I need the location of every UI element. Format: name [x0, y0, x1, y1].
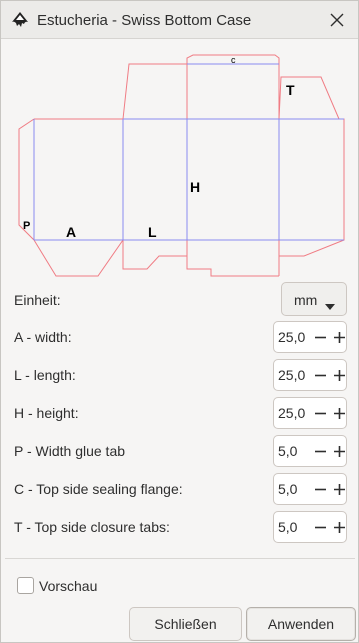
label-h: H	[190, 179, 200, 195]
field-row-a-width: A - width: 25,0	[1, 321, 358, 353]
p-glue-tab-spinbox[interactable]: 5,0	[273, 435, 347, 467]
label-l: L	[148, 224, 157, 240]
spin-value[interactable]: 25,0	[278, 405, 305, 421]
box-template-diagram: c T H P A L	[1, 47, 359, 282]
field-row-p-glue-tab: P - Width glue tab 5,0	[1, 435, 358, 467]
plus-icon[interactable]	[329, 402, 349, 424]
unit-dropdown[interactable]: mm	[281, 282, 347, 316]
unit-row: Einheit: mm	[1, 282, 358, 316]
spin-value[interactable]: 5,0	[278, 443, 297, 459]
unit-label: Einheit:	[14, 292, 61, 308]
l-length-spinbox[interactable]: 25,0	[273, 359, 347, 391]
field-label: A - width:	[14, 329, 72, 345]
field-label: H - height:	[14, 405, 79, 421]
plus-icon[interactable]	[329, 516, 349, 538]
t-closure-tabs-spinbox[interactable]: 5,0	[273, 511, 347, 543]
plus-icon[interactable]	[329, 478, 349, 500]
inkscape-icon	[10, 11, 30, 31]
label-t: T	[286, 82, 295, 98]
field-label: L - length:	[14, 367, 76, 383]
label-a: A	[66, 224, 76, 240]
minus-icon[interactable]	[310, 440, 330, 462]
close-button[interactable]: Schließen	[129, 607, 242, 641]
field-label: C - Top side sealing flange:	[14, 481, 183, 497]
close-icon[interactable]	[324, 7, 350, 33]
field-label: T - Top side closure tabs:	[14, 519, 170, 535]
preview-label[interactable]: Vorschau	[39, 578, 97, 594]
label-p: P	[23, 220, 30, 232]
c-sealing-flange-spinbox[interactable]: 5,0	[273, 473, 347, 505]
minus-icon[interactable]	[310, 364, 330, 386]
minus-icon[interactable]	[310, 516, 330, 538]
plus-icon[interactable]	[329, 326, 349, 348]
spin-value[interactable]: 25,0	[278, 367, 305, 383]
field-row-l-length: L - length: 25,0	[1, 359, 358, 391]
field-row-c-sealing-flange: C - Top side sealing flange: 5,0	[1, 473, 358, 505]
plus-icon[interactable]	[329, 364, 349, 386]
dialog-window: Estucheria - Swiss Bottom Case c T H P A…	[0, 0, 359, 643]
field-row-t-closure-tabs: T - Top side closure tabs: 5,0	[1, 511, 358, 543]
apply-button[interactable]: Anwenden	[246, 607, 356, 641]
field-row-h-height: H - height: 25,0	[1, 397, 358, 429]
preview-checkbox[interactable]	[17, 577, 34, 594]
a-width-spinbox[interactable]: 25,0	[273, 321, 347, 353]
minus-icon[interactable]	[310, 326, 330, 348]
window-title: Estucheria - Swiss Bottom Case	[37, 12, 252, 29]
label-c: c	[231, 55, 236, 65]
title-bar: Estucheria - Swiss Bottom Case	[1, 1, 358, 39]
plus-icon[interactable]	[329, 440, 349, 462]
spin-value[interactable]: 25,0	[278, 329, 305, 345]
separator	[5, 558, 355, 559]
h-height-spinbox[interactable]: 25,0	[273, 397, 347, 429]
spin-value[interactable]: 5,0	[278, 481, 297, 497]
spin-value[interactable]: 5,0	[278, 519, 297, 535]
field-label: P - Width glue tab	[14, 443, 126, 459]
unit-value: mm	[294, 292, 318, 308]
caret-down-icon	[325, 297, 335, 313]
minus-icon[interactable]	[310, 478, 330, 500]
minus-icon[interactable]	[310, 402, 330, 424]
